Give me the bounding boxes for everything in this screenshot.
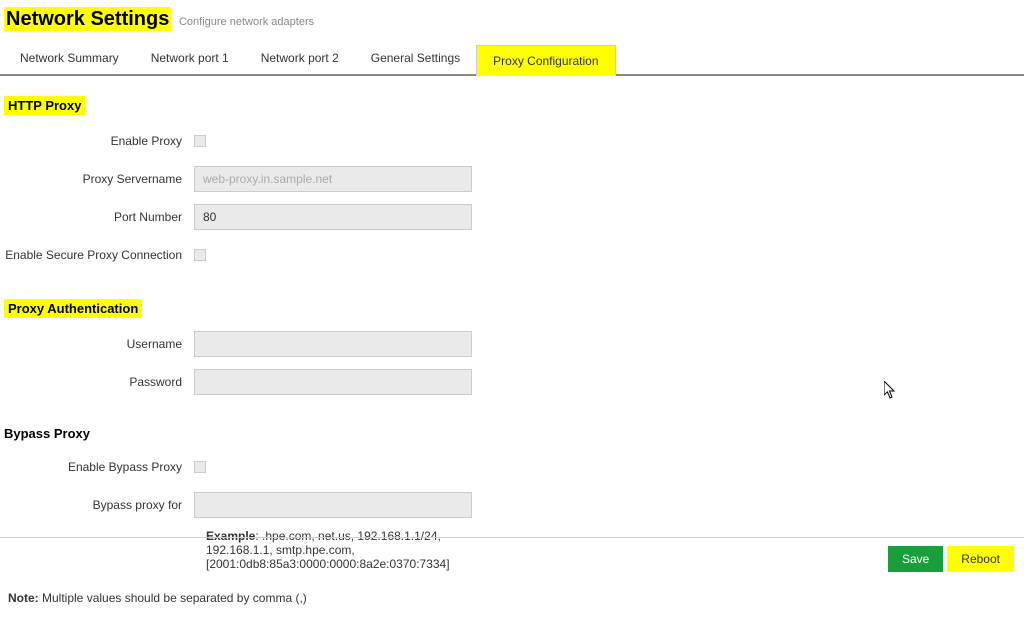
username-input[interactable] <box>194 331 472 357</box>
section-proxy-auth-title: Proxy Authentication <box>4 299 142 318</box>
reboot-button[interactable]: Reboot <box>947 546 1014 572</box>
footer-buttons: Save Reboot <box>888 546 1014 572</box>
tabs-bar: Network Summary Network port 1 Network p… <box>0 35 1024 76</box>
enable-secure-proxy-checkbox[interactable] <box>194 249 206 261</box>
port-number-input[interactable] <box>194 204 472 230</box>
tab-general-settings[interactable]: General Settings <box>355 43 476 74</box>
proxy-servername-input[interactable] <box>194 166 472 192</box>
port-number-label: Port Number <box>4 210 194 224</box>
bypass-example-label: Example <box>206 529 255 543</box>
tab-proxy-configuration[interactable]: Proxy Configuration <box>476 45 615 76</box>
footer-divider <box>0 537 1024 538</box>
password-label: Password <box>4 375 194 389</box>
enable-proxy-label: Enable Proxy <box>4 134 194 148</box>
proxy-servername-label: Proxy Servername <box>4 172 194 186</box>
bypass-example-text: Example: .hpe.com, net.us, 192.168.1.1/2… <box>206 529 506 571</box>
page-title: Network Settings <box>4 7 171 31</box>
tab-network-summary[interactable]: Network Summary <box>4 43 135 74</box>
tab-network-port-2[interactable]: Network port 2 <box>245 43 355 74</box>
page-subtitle: Configure network adapters <box>179 16 314 28</box>
note-value: Multiple values should be separated by c… <box>39 591 307 605</box>
username-label: Username <box>4 337 194 351</box>
save-button[interactable]: Save <box>888 546 943 572</box>
bypass-proxy-for-label: Bypass proxy for <box>4 498 194 512</box>
enable-proxy-checkbox[interactable] <box>194 135 206 147</box>
section-bypass-proxy-title: Bypass Proxy <box>4 426 1020 441</box>
section-http-proxy-title: HTTP Proxy <box>4 96 85 115</box>
bypass-proxy-for-input[interactable] <box>194 492 472 518</box>
note-label: Note: <box>8 591 39 605</box>
note-text: Note: Multiple values should be separate… <box>4 591 1020 613</box>
password-input[interactable] <box>194 369 472 395</box>
enable-secure-proxy-label: Enable Secure Proxy Connection <box>4 248 194 262</box>
tab-network-port-1[interactable]: Network port 1 <box>135 43 245 74</box>
enable-bypass-proxy-label: Enable Bypass Proxy <box>4 460 194 474</box>
enable-bypass-proxy-checkbox[interactable] <box>194 461 206 473</box>
